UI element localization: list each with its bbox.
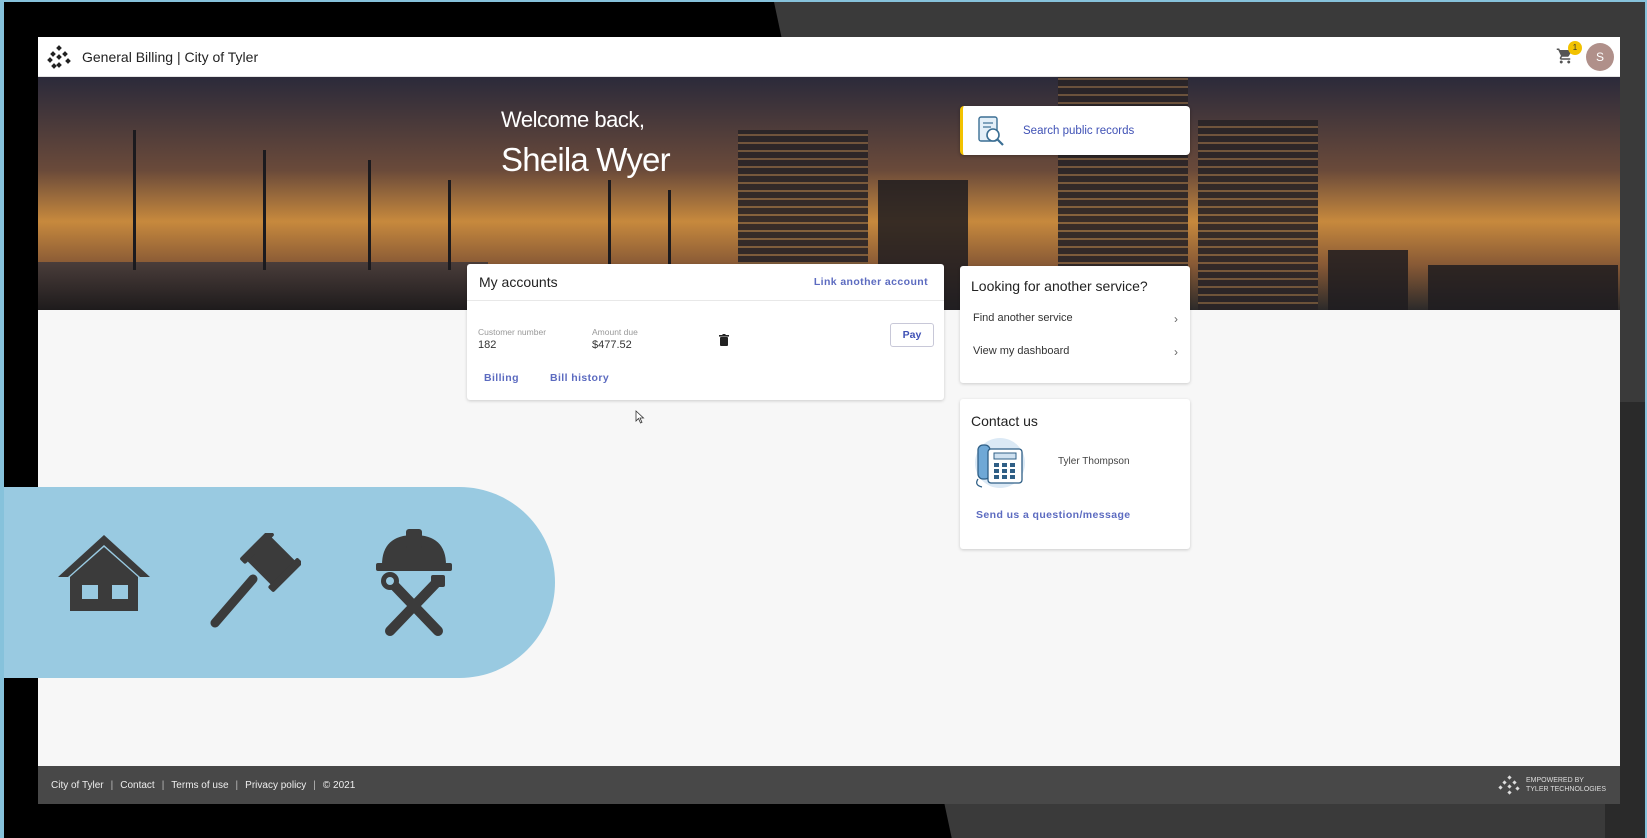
user-avatar[interactable]: S (1586, 43, 1614, 71)
bill-history-link[interactable]: Bill history (550, 372, 609, 384)
street-lamp (448, 180, 451, 270)
document-search-icon (977, 115, 1005, 146)
contact-us-card: Contact us Tyler Thompson Send us a ques… (960, 399, 1190, 549)
skyline-building (1428, 265, 1618, 310)
street-lamp (368, 160, 371, 270)
gavel-icon (210, 533, 301, 628)
welcome-line: Welcome back, (501, 107, 645, 132)
overlay-icon-banner (4, 487, 555, 678)
device-frame: General Billing | City of Tyler 1 S Welc (4, 2, 1645, 838)
link-another-account-link[interactable]: Link another account (814, 276, 928, 288)
search-public-records-label: Search public records (1023, 124, 1135, 137)
user-name: Sheila Wyer (501, 141, 671, 178)
another-service-title: Looking for another service? (971, 278, 1148, 294)
search-public-records-card[interactable]: Search public records (960, 106, 1190, 155)
pay-button[interactable]: Pay (890, 323, 934, 347)
footer-link-terms[interactable]: Terms of use (171, 780, 228, 791)
footer-link-contact[interactable]: Contact (120, 780, 154, 791)
chevron-right-icon: › (1174, 312, 1178, 326)
app-title[interactable]: General Billing | City of Tyler (82, 49, 258, 65)
customer-number-label: Customer number (478, 327, 547, 337)
top-bar: General Billing | City of Tyler 1 S (38, 37, 1620, 77)
house-icon (58, 535, 150, 611)
footer-link-city[interactable]: City of Tyler (51, 780, 104, 791)
powered-by-logo: EMPOWERED BY TYLER TECHNOLOGIES (1498, 775, 1606, 795)
contact-name: Tyler Thompson (1058, 456, 1130, 467)
street-lamp (133, 130, 136, 270)
footer-copyright: © 2021 (322, 779, 356, 791)
footer-separator: | (161, 779, 165, 791)
hardhat-tools-icon (376, 529, 452, 636)
welcome-block: Welcome back, Sheila Wyer (501, 107, 671, 179)
street-lamp (668, 190, 671, 270)
skyline-building (1328, 250, 1408, 310)
footer: City of Tyler | Contact | Terms of use |… (38, 766, 1620, 804)
view-dashboard-item[interactable]: View my dashboard › (973, 345, 1178, 359)
delete-icon[interactable] (719, 334, 729, 346)
find-another-service-item[interactable]: Find another service › (973, 312, 1178, 326)
tyler-logo-icon[interactable] (46, 44, 72, 70)
billing-link[interactable]: Billing (484, 372, 519, 384)
customer-number-value: 182 (478, 339, 497, 351)
account-row: Customer number 182 Amount due $477.52 P… (467, 301, 944, 400)
cart-badge: 1 (1568, 41, 1582, 55)
amount-due-label: Amount due (592, 327, 638, 337)
tyler-mark-icon (1498, 775, 1520, 795)
amount-due-value: $477.52 (592, 339, 632, 351)
cart-button[interactable]: 1 (1556, 41, 1582, 67)
telephone-icon (975, 438, 1025, 488)
send-message-link[interactable]: Send us a question/message (976, 509, 1131, 521)
powered-line-2: TYLER TECHNOLOGIES (1525, 786, 1606, 793)
view-dashboard-label: View my dashboard (973, 345, 1070, 357)
app-screen: General Billing | City of Tyler 1 S Welc (38, 37, 1620, 804)
footer-separator: | (110, 779, 114, 791)
contact-us-title: Contact us (971, 413, 1038, 429)
find-another-service-label: Find another service (973, 312, 1073, 324)
street-lamp (608, 180, 611, 270)
my-accounts-title: My accounts (479, 274, 558, 290)
chevron-right-icon: › (1174, 345, 1178, 359)
my-accounts-card: My accounts Link another account Custome… (467, 264, 944, 400)
footer-link-privacy[interactable]: Privacy policy (245, 780, 306, 791)
footer-separator: | (235, 779, 239, 791)
footer-separator: | (313, 779, 316, 791)
street-lamp (263, 150, 266, 270)
my-accounts-header: My accounts Link another account (467, 264, 944, 301)
another-service-card: Looking for another service? Find anothe… (960, 266, 1190, 383)
mouse-cursor-icon (635, 410, 645, 424)
powered-line-1: EMPOWERED BY (1525, 777, 1584, 784)
skyline-building (1198, 120, 1318, 310)
